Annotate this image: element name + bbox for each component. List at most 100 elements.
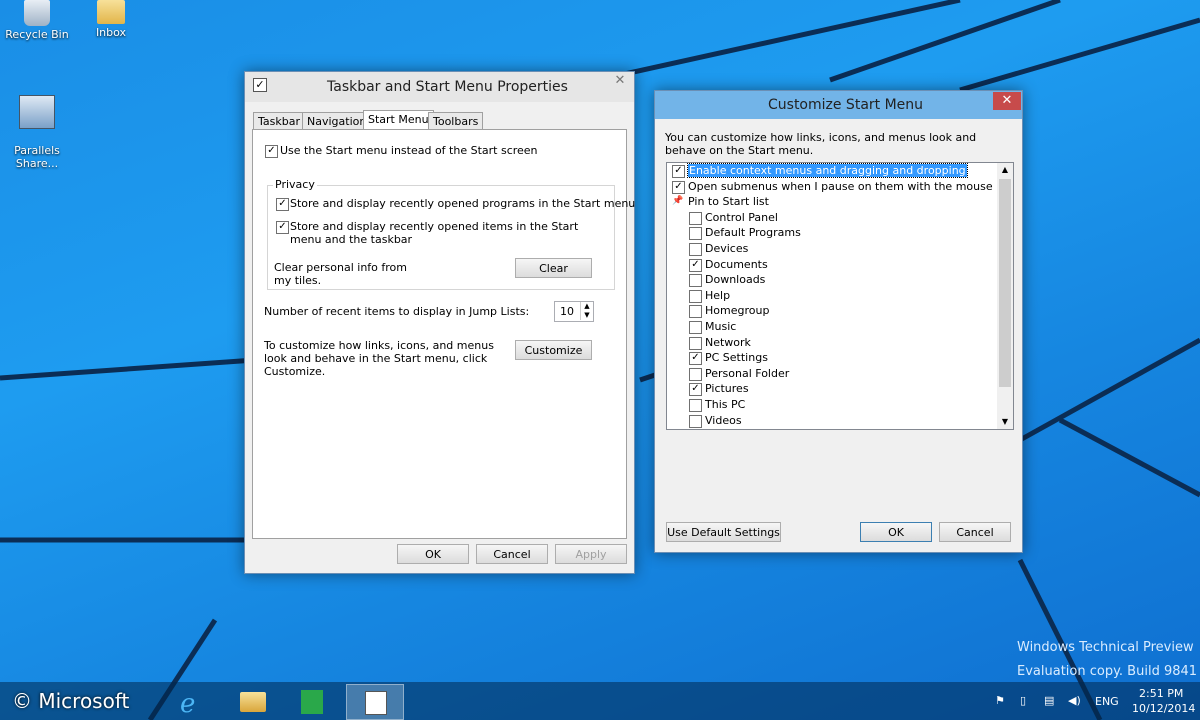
apply-button[interactable]: Apply	[555, 544, 627, 564]
option-checkbox[interactable]: ✓	[689, 258, 702, 272]
dialog-title: Customize Start Menu	[768, 97, 924, 113]
option-label: Default Programs	[705, 226, 801, 240]
option-row[interactable]: Homegroup	[667, 304, 997, 319]
clear-button[interactable]: Clear	[515, 258, 592, 278]
option-checkbox[interactable]	[689, 305, 702, 319]
file-explorer-icon[interactable]	[228, 684, 276, 718]
option-checkbox[interactable]: ✓	[672, 165, 685, 178]
option-row[interactable]: Network	[667, 336, 997, 351]
desktop-icon-parallels-share[interactable]: Parallels Share...	[0, 82, 74, 170]
option-checkbox[interactable]: ✓	[689, 383, 702, 397]
device-icon[interactable]: ▯	[1020, 694, 1026, 707]
option-checkbox[interactable]	[689, 414, 702, 428]
customize-description: You can customize how links, icons, and …	[665, 131, 977, 157]
spinner-up-icon[interactable]: ▲	[580, 302, 593, 311]
desktop-icon-label: Recycle Bin	[5, 28, 69, 41]
tab-start-menu[interactable]: Start Menu	[363, 110, 434, 130]
use-start-menu-label: Use the Start menu instead of the Start …	[280, 144, 538, 157]
ok-button[interactable]: OK	[397, 544, 469, 564]
option-checkbox[interactable]	[689, 211, 702, 225]
windows-start-icon[interactable]: © Microsoft	[0, 682, 140, 720]
store-items-checkbox[interactable]: ✓	[276, 221, 289, 234]
option-label: Documents	[705, 257, 768, 271]
jump-list-value: 10	[560, 305, 574, 318]
option-row[interactable]: Music	[667, 320, 997, 335]
option-row[interactable]: ✓ Documents	[667, 258, 997, 273]
close-button[interactable]: ✕	[605, 72, 635, 90]
option-label: Open submenus when I pause on them with …	[688, 179, 1014, 193]
title-bar: ✓ Taskbar and Start Menu Properties ✕	[245, 72, 634, 102]
clock-date[interactable]: 10/12/2014	[1132, 702, 1195, 715]
use-default-settings-button[interactable]: Use Default Settings	[666, 522, 781, 542]
option-label: Music	[705, 320, 737, 333]
taskbar-properties-dialog: ✓ Taskbar and Start Menu Properties ✕ Ta…	[244, 71, 635, 574]
option-row[interactable]: This PC	[667, 398, 997, 413]
option-checkbox[interactable]	[689, 243, 702, 256]
option-checkbox[interactable]	[689, 336, 702, 350]
option-row[interactable]: Videos	[667, 414, 997, 429]
option-row[interactable]: ✓ PC Settings	[667, 351, 997, 366]
option-checkbox[interactable]: ✓	[672, 180, 685, 194]
cancel-button[interactable]: Cancel	[476, 544, 548, 564]
store-items-label: Store and display recently opened items …	[290, 220, 579, 246]
flag-icon[interactable]: ⚑	[995, 694, 1005, 707]
option-label: Network	[705, 335, 751, 349]
folder-icon	[97, 0, 125, 24]
option-label: This PC	[705, 398, 746, 411]
option-checkbox[interactable]	[689, 321, 702, 334]
option-row[interactable]: ✓ Open submenus when I pause on them with…	[667, 180, 1013, 195]
scroll-thumb[interactable]	[999, 179, 1011, 387]
scroll-down-icon[interactable]: ▼	[997, 415, 1013, 429]
spinner-down-icon[interactable]: ▼	[580, 311, 593, 320]
options-list[interactable]: ✓ Enable context menus and dragging and d…	[666, 162, 1014, 430]
scrollbar[interactable]: ▲ ▼	[997, 163, 1013, 429]
option-label: Videos	[705, 413, 742, 427]
use-start-menu-checkbox[interactable]: ✓	[265, 145, 278, 158]
desktop-icon-recycle-bin[interactable]: Recycle Bin	[0, 0, 74, 41]
pin-icon: 📌	[672, 196, 684, 207]
option-row[interactable]: ✓ Pictures	[667, 382, 997, 397]
option-label: Pin to Start list	[688, 195, 769, 209]
option-checkbox[interactable]	[689, 227, 702, 241]
tab-navigation[interactable]: Navigation	[302, 112, 372, 129]
taskbar: © Microsoft e ⚑ ▯ ▤ ◀) ENG 2:51 PM 10/12…	[0, 682, 1200, 720]
language-indicator[interactable]: ENG	[1095, 695, 1119, 708]
cancel-button[interactable]: Cancel	[939, 522, 1011, 542]
jump-list-label: Number of recent items to display in Jum…	[264, 305, 530, 318]
option-row[interactable]: Personal Folder	[667, 367, 997, 382]
store-icon[interactable]	[288, 684, 336, 718]
option-row[interactable]: Control Panel	[667, 211, 997, 226]
volume-icon[interactable]: ◀)	[1068, 694, 1081, 707]
desktop-icon-inbox[interactable]: Inbox	[74, 0, 148, 39]
option-label: Downloads	[705, 273, 766, 287]
tab-taskbar[interactable]: Taskbar	[253, 112, 305, 129]
option-checkbox[interactable]: ✓	[689, 352, 702, 366]
privacy-group-label: Privacy	[273, 178, 317, 191]
taskbar-properties-icon[interactable]	[346, 684, 404, 720]
network-icon[interactable]: ▤	[1044, 694, 1054, 707]
option-row[interactable]: Help	[667, 289, 997, 304]
option-row[interactable]: Devices	[667, 242, 997, 257]
option-row[interactable]: ✓ Enable context menus and dragging and d…	[667, 163, 997, 179]
scroll-up-icon[interactable]: ▲	[997, 163, 1013, 177]
option-row[interactable]: Default Programs	[667, 226, 997, 241]
option-checkbox[interactable]	[689, 367, 702, 381]
clock-time[interactable]: 2:51 PM	[1139, 687, 1183, 700]
desktop-icon-label: Parallels Share...	[14, 144, 60, 170]
option-row[interactable]: Downloads	[667, 273, 997, 288]
recycle-bin-icon	[24, 0, 50, 26]
option-checkbox[interactable]	[689, 399, 702, 412]
ok-button[interactable]: OK	[860, 522, 932, 542]
title-bar: Customize Start Menu ✕	[655, 91, 1022, 119]
customize-button[interactable]: Customize	[515, 340, 592, 360]
tab-toolbars[interactable]: Toolbars	[428, 112, 484, 129]
option-row[interactable]: 📌 Pin to Start list	[667, 195, 997, 210]
network-share-icon	[19, 95, 55, 129]
option-checkbox[interactable]	[689, 274, 702, 288]
option-label: Personal Folder	[705, 366, 790, 380]
store-programs-checkbox[interactable]: ✓	[276, 198, 289, 211]
jump-list-spinner[interactable]: 10 ▲ ▼	[554, 301, 594, 322]
option-checkbox[interactable]	[689, 289, 702, 303]
internet-explorer-icon[interactable]: e	[168, 684, 216, 719]
close-button[interactable]: ✕	[993, 92, 1021, 110]
